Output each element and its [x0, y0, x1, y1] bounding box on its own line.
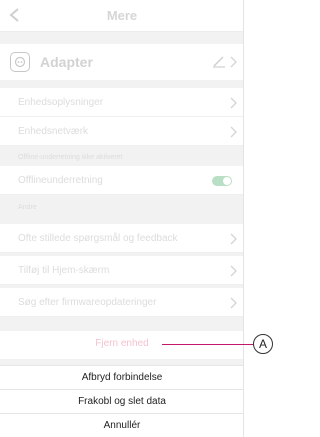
settings-item-label: Enhedsoplysninger [18, 97, 104, 108]
chevron-right-icon [230, 265, 237, 277]
section-caption-offline: Offline-underretning ikke aktiveret [0, 152, 243, 166]
settings-item-add-to-home[interactable]: Tilføj til Hjem-skærm [0, 256, 243, 285]
disconnect-button[interactable]: Afbryd forbindelse [0, 365, 243, 389]
settings-item-label: Enhedsnetværk [18, 126, 89, 137]
settings-item-label: Tilføj til Hjem-skærm [18, 265, 110, 276]
settings-item-label: Søg efter firmwareopdateringer [18, 297, 157, 308]
page-title: Mere [106, 8, 138, 23]
top-bar: Mere [0, 0, 243, 32]
settings-item-device-info[interactable]: Enhedsoplysninger [0, 88, 243, 117]
settings-item-label: Ofte stillede spørgsmål og feedback [18, 233, 178, 244]
remove-device-button[interactable]: Fjern enhed [0, 331, 243, 359]
chevron-right-icon [230, 56, 237, 68]
disconnect-wipe-data-button[interactable]: Frakobl og slet data [0, 389, 243, 413]
chevron-right-icon [230, 97, 237, 109]
settings-item-device-network[interactable]: Enhedsnetværk [0, 117, 243, 146]
section-caption-text: Andre [18, 204, 37, 211]
settings-item-label: Offlineunderretning [18, 175, 103, 186]
callout-line [162, 344, 254, 345]
section-caption-text: Offline-underretning ikke aktiveret [18, 154, 123, 161]
adapter-device-icon [10, 52, 30, 72]
action-sheet: Afbryd forbindelse Frakobl og slet data … [0, 365, 243, 437]
settings-item-faq-feedback[interactable]: Ofte stillede spørgsmål og feedback [0, 224, 243, 253]
device-name: Adapter [40, 54, 93, 70]
device-card[interactable]: Adapter [0, 44, 243, 80]
settings-item-firmware-updates[interactable]: Søg efter firmwareopdateringer [0, 288, 243, 317]
chevron-right-icon [230, 297, 237, 309]
phone-screen: Mere Adapter Enhedsoplysninger Enhedsnet… [0, 0, 244, 437]
cancel-button[interactable]: Annullér [0, 413, 243, 437]
edit-pencil-icon[interactable] [212, 54, 226, 68]
offline-notification-toggle[interactable] [212, 176, 232, 186]
chevron-right-icon [230, 126, 237, 138]
section-caption-other: Andre [0, 202, 243, 216]
settings-item-offline-notification: Offlineunderretning [0, 166, 243, 195]
chevron-right-icon [230, 233, 237, 245]
callout-marker: A [253, 334, 273, 354]
